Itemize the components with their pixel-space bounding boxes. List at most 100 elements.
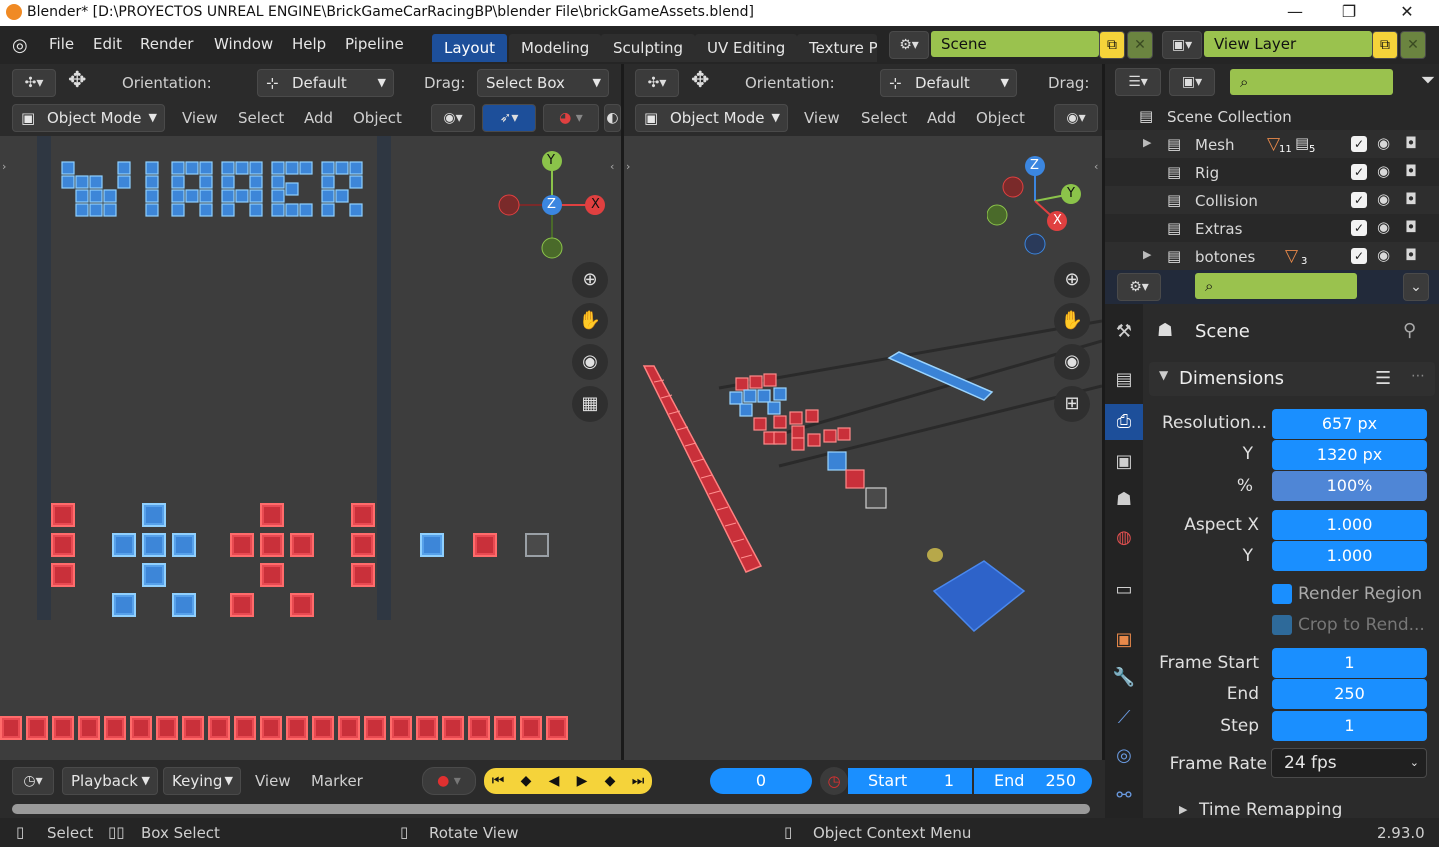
viewport-menu-object[interactable]: Object <box>353 109 402 127</box>
shading-toggle[interactable]: ◐ <box>604 104 621 132</box>
aspect-y-field[interactable]: 1.000 <box>1272 541 1427 571</box>
outliner-row-extras[interactable]: ▤ Extras ✓ ◉ ◘ <box>1105 214 1439 242</box>
playback-dropdown[interactable]: Playback ▼ <box>62 767 158 795</box>
camera-render-icon[interactable]: ◘ <box>1405 134 1417 152</box>
collection-tab-icon[interactable]: ▭ <box>1105 572 1143 608</box>
timeline-editor-type-button[interactable]: ◷▾ <box>12 767 54 795</box>
frame-rate-dropdown[interactable]: 24 fps ⌄ <box>1271 748 1427 778</box>
keying-dropdown[interactable]: Keying ▼ <box>163 767 241 795</box>
constraints-tab-icon[interactable]: ⚯ <box>1105 778 1143 814</box>
preview-range-icon[interactable]: ◷ <box>820 767 848 795</box>
exclude-checkbox[interactable]: ✓ <box>1351 248 1367 264</box>
overlay-toggle[interactable]: ◕ ▾ <box>543 104 599 132</box>
eye-icon[interactable]: ◉ <box>1377 162 1390 180</box>
menu-render[interactable]: Render <box>140 35 193 53</box>
tool-tab-icon[interactable]: ⚒ <box>1105 314 1143 350</box>
exclude-checkbox[interactable]: ✓ <box>1351 164 1367 180</box>
render-tab-icon[interactable]: ▤ <box>1105 362 1143 398</box>
scene-name-field[interactable]: Scene <box>931 31 1099 57</box>
outliner-row-scene-collection[interactable]: ▤ Scene Collection <box>1105 102 1439 130</box>
maximize-button[interactable]: ❐ <box>1326 0 1372 26</box>
viewport-menu-view[interactable]: View <box>182 109 218 127</box>
menu-pipeline[interactable]: Pipeline <box>345 35 404 53</box>
new-scene-icon[interactable]: ⧉ <box>1099 31 1125 59</box>
outliner-row-collision[interactable]: ▤ Collision ✓ ◉ ◘ <box>1105 186 1439 214</box>
outliner-editor-type-button[interactable]: ☰▾ <box>1115 68 1161 96</box>
time-remapping-panel[interactable]: Time Remapping <box>1199 800 1342 820</box>
timeline-scrollbar[interactable] <box>12 804 1090 814</box>
orientation-dropdown[interactable]: ⊹ Default ▼ <box>880 69 1017 97</box>
new-view-layer-icon[interactable]: ⧉ <box>1372 31 1398 59</box>
perspective-grid-icon[interactable]: ⊞ <box>1054 386 1090 422</box>
jump-start-icon[interactable]: ⏮ <box>484 768 512 794</box>
scene-selector-button[interactable]: ⚙▾ <box>889 31 929 59</box>
camera-icon[interactable]: ◉ <box>1054 344 1090 380</box>
pan-hand-icon[interactable]: ✋ <box>572 303 608 339</box>
viewport-menu-select[interactable]: Select <box>238 109 284 127</box>
left-viewport[interactable]: › ‹ Y Z X ⊕ ✋ ◉ ▦ <box>0 136 621 760</box>
world-tab-icon[interactable]: ◍ <box>1105 520 1143 556</box>
particles-tab-icon[interactable]: ⟋ <box>1105 700 1143 736</box>
pan-hand-icon[interactable]: ✋ <box>1054 303 1090 339</box>
menu-window[interactable]: Window <box>214 35 273 53</box>
camera-render-icon[interactable]: ◘ <box>1405 218 1417 236</box>
eye-icon[interactable]: ◉ <box>1377 246 1390 264</box>
filter-icon[interactable]: ⏷ <box>1417 68 1439 96</box>
view-layer-name-field[interactable]: View Layer <box>1204 31 1372 57</box>
jump-end-icon[interactable]: ⏭ <box>624 768 652 794</box>
camera-render-icon[interactable]: ◘ <box>1405 190 1417 208</box>
zoom-icon[interactable]: ⊕ <box>1054 262 1090 298</box>
play-reverse-icon[interactable]: ◀ <box>540 768 568 794</box>
frame-start-field[interactable]: 1 <box>1272 648 1427 678</box>
collapse-right-icon[interactable]: ‹ <box>610 160 614 173</box>
outliner-row-mesh[interactable]: ▶ ▤ Mesh ▽ 11 ▤ 5 ✓ ◉ ◘ <box>1105 130 1439 158</box>
visibility-dropdown[interactable]: ◉▾ <box>1054 104 1098 132</box>
mode-dropdown[interactable]: ▣ Object Mode ▼ <box>635 104 788 132</box>
pin-icon[interactable]: ⚲ <box>1403 320 1416 341</box>
display-mode-button[interactable]: ▣▾ <box>1169 68 1215 96</box>
collapse-left-icon[interactable]: › <box>2 160 6 173</box>
menu-edit[interactable]: Edit <box>93 35 122 53</box>
timeline-menu-view[interactable]: View <box>255 772 291 790</box>
camera-render-icon[interactable]: ◘ <box>1405 162 1417 180</box>
menu-help[interactable]: Help <box>292 35 326 53</box>
expand-arrow-icon[interactable]: ▶ <box>1179 803 1187 816</box>
drag-handle-icon[interactable]: ⋯ <box>1411 368 1425 384</box>
menu-file[interactable]: File <box>49 35 74 53</box>
camera-icon[interactable]: ◉ <box>572 344 608 380</box>
frame-end-field[interactable]: 250 <box>1272 679 1427 709</box>
blender-menu-icon[interactable]: ◎ <box>12 35 28 56</box>
start-frame-field[interactable]: Start 1 <box>848 768 972 794</box>
auto-keying-toggle[interactable]: ● ▾ <box>422 767 476 795</box>
viewport-menu-select[interactable]: Select <box>861 109 907 127</box>
exclude-checkbox[interactable]: ✓ <box>1351 136 1367 152</box>
physics-tab-icon[interactable]: ◎ <box>1105 738 1143 774</box>
output-tab-icon[interactable]: ⎙ <box>1105 404 1143 440</box>
exclude-checkbox[interactable]: ✓ <box>1351 192 1367 208</box>
timeline-menu-marker[interactable]: Marker <box>311 772 363 790</box>
object-tab-icon[interactable]: ▣ <box>1105 622 1143 658</box>
editor-type-button[interactable]: ✣▾ <box>635 69 679 97</box>
drag-dropdown[interactable]: Select Box ▼ <box>477 69 609 97</box>
visibility-dropdown[interactable]: ◉▾ <box>431 104 475 132</box>
outliner-search-input[interactable]: ⌕ <box>1230 69 1393 95</box>
current-frame-field[interactable]: 0 <box>710 768 812 794</box>
tab-texture-paint[interactable]: Texture P <box>797 34 877 62</box>
expand-arrow-icon[interactable]: ▶ <box>1143 248 1151 261</box>
tab-uv-editing[interactable]: UV Editing <box>695 34 798 62</box>
aspect-x-field[interactable]: 1.000 <box>1272 510 1427 540</box>
expand-arrow-icon[interactable]: ▶ <box>1143 136 1151 149</box>
viewport-menu-add[interactable]: Add <box>304 109 333 127</box>
eye-icon[interactable]: ◉ <box>1377 134 1390 152</box>
frame-step-field[interactable]: 1 <box>1272 711 1427 741</box>
presets-icon[interactable]: ☰ <box>1375 368 1391 389</box>
scene-tab-icon[interactable]: ☗ <box>1105 482 1143 518</box>
gizmo-toggle[interactable]: ➶▾ <box>482 104 536 132</box>
resolution-percent-slider[interactable]: 100% <box>1272 471 1427 501</box>
view-layer-selector-button[interactable]: ▣▾ <box>1162 31 1202 59</box>
orientation-dropdown[interactable]: ⊹ Default ▼ <box>257 69 394 97</box>
minimize-button[interactable]: — <box>1272 0 1318 26</box>
viewport-menu-view[interactable]: View <box>804 109 840 127</box>
eye-icon[interactable]: ◉ <box>1377 218 1390 236</box>
play-icon[interactable]: ▶ <box>568 768 596 794</box>
